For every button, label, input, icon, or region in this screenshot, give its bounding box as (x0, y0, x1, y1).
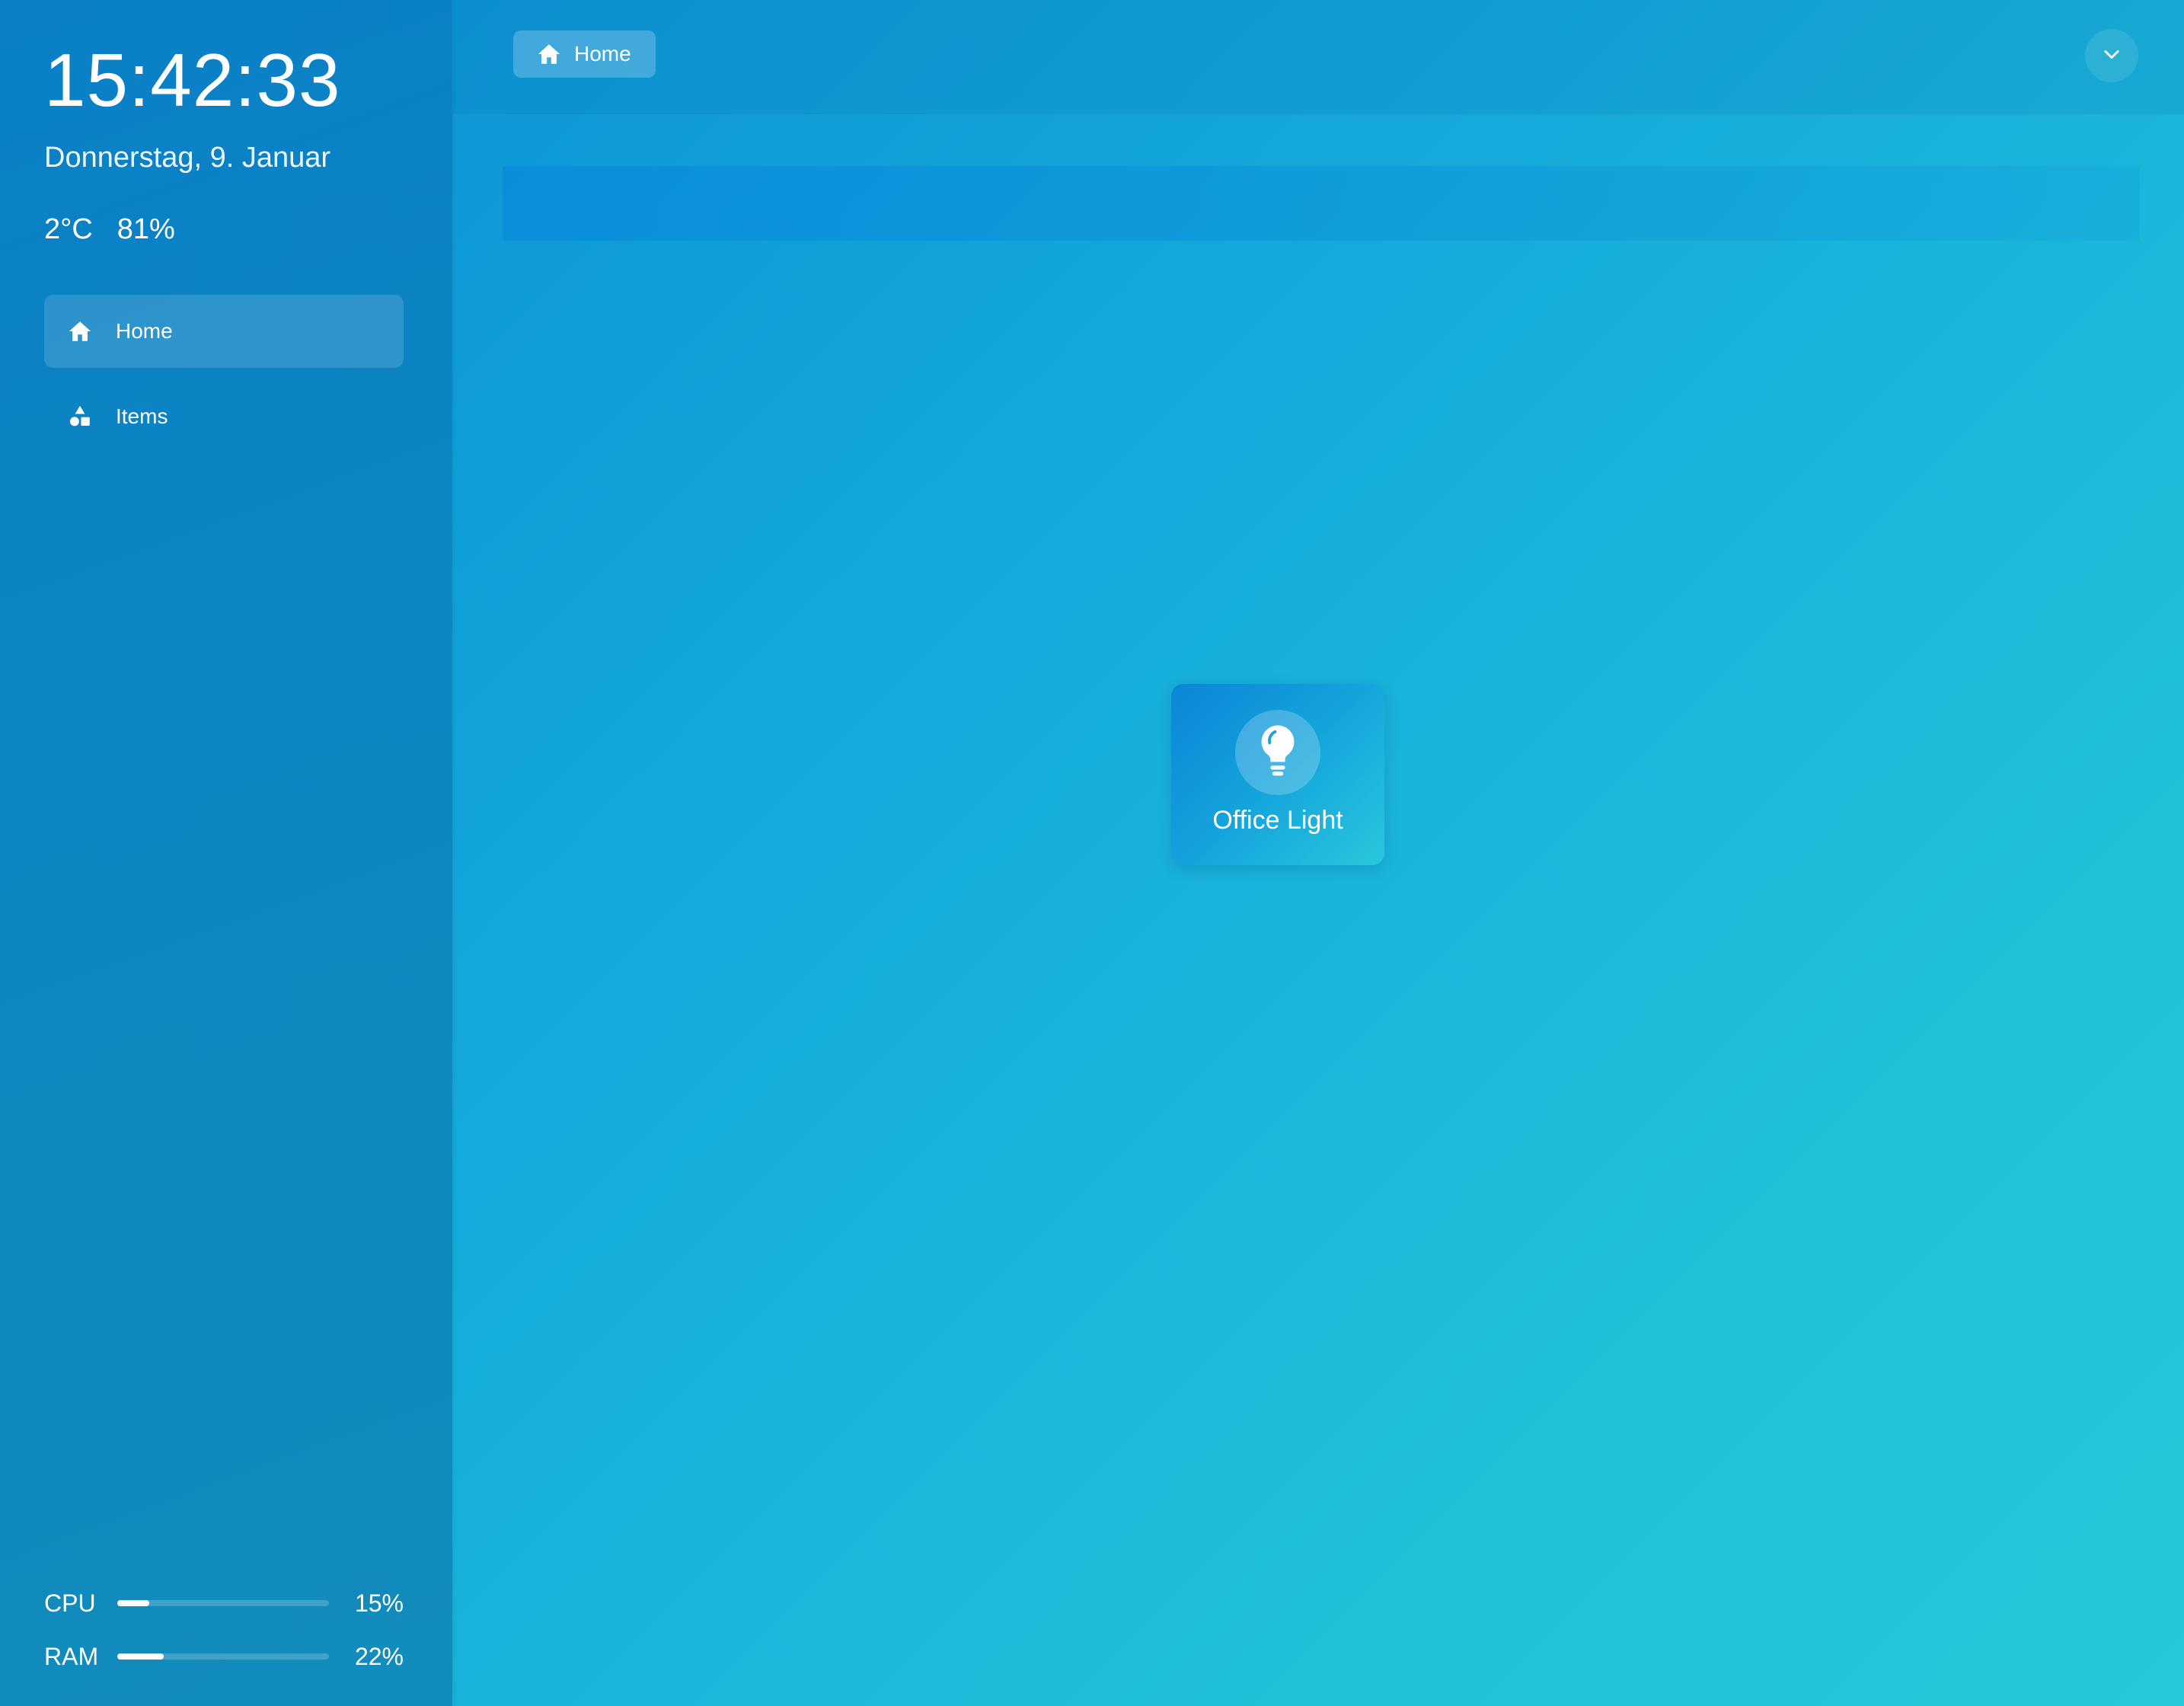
ram-stat: RAM 22% (44, 1630, 404, 1683)
cpu-value: 15% (354, 1589, 404, 1617)
sidebar-nav: Home Items (44, 295, 404, 465)
breadcrumb-label: Home (574, 42, 631, 65)
sidebar-item-label: Home (116, 319, 173, 343)
chevron-down-icon (2101, 43, 2122, 69)
cpu-stat: CPU 15% (44, 1577, 404, 1630)
sidebar-item-home[interactable]: Home (44, 295, 404, 368)
cpu-label: CPU (44, 1589, 96, 1617)
clock: 15:42:33 (44, 38, 341, 122)
home-icon (536, 41, 562, 67)
ram-label: RAM (44, 1642, 99, 1670)
temperature-value: 2°C (44, 213, 93, 245)
home-icon (67, 318, 93, 344)
system-stats: CPU 15% RAM 22% (44, 1577, 404, 1683)
menu-toggle-button[interactable] (2085, 29, 2138, 82)
sidebar-item-label: Items (116, 404, 168, 428)
shapes-icon (67, 404, 93, 430)
lightbulb-icon (1256, 724, 1300, 782)
humidity-value: 81% (117, 213, 175, 245)
top-bar: Home (452, 0, 2184, 115)
sidebar-item-items[interactable]: Items (44, 380, 404, 453)
cpu-bar-fill (117, 1600, 149, 1606)
notification-banner (503, 166, 2140, 241)
date-label: Donnerstag, 9. Januar (44, 142, 331, 174)
ram-value: 22% (354, 1642, 404, 1670)
ram-bar (117, 1653, 329, 1660)
tile-label: Office Light (1212, 806, 1343, 835)
breadcrumb-home[interactable]: Home (513, 30, 656, 78)
ram-bar-fill (117, 1653, 164, 1660)
weather-summary: 2°C 81% (44, 213, 175, 246)
sidebar: 15:42:33 Donnerstag, 9. Januar 2°C 81% H… (0, 0, 452, 1706)
cpu-bar (117, 1600, 329, 1606)
office-light-tile[interactable]: Office Light (1171, 684, 1384, 865)
tile-icon-circle (1235, 710, 1320, 795)
